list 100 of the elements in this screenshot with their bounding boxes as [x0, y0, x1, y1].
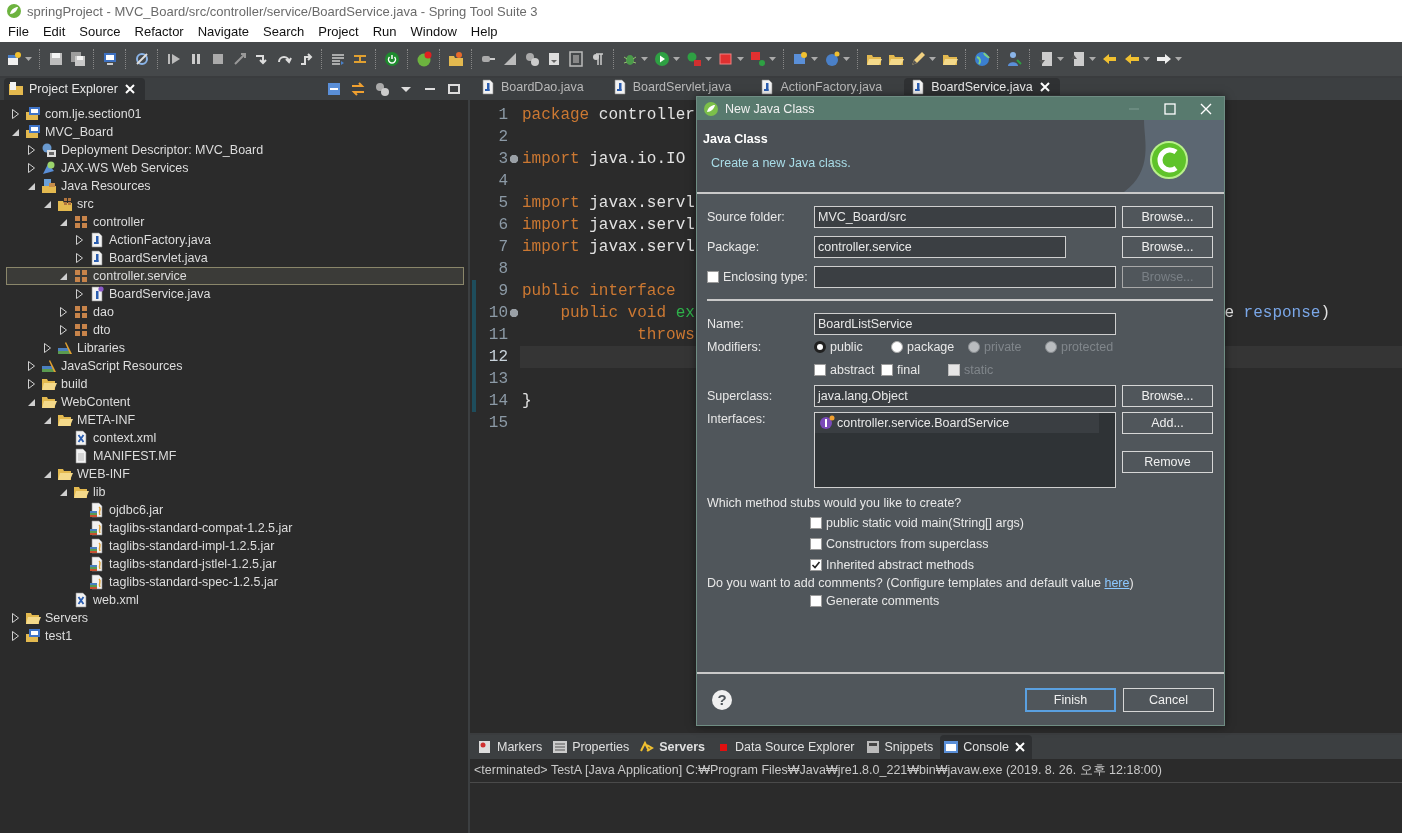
stop-icon[interactable]	[718, 51, 734, 67]
checkbox[interactable]	[810, 558, 822, 571]
help-button[interactable]: ?	[712, 689, 732, 710]
tree-item[interactable]: taglibs-standard-spec-1.2.5.jar	[6, 573, 464, 591]
caret-icon[interactable]	[673, 57, 680, 61]
panel-tab[interactable]: Properties	[549, 735, 635, 759]
tree-item[interactable]: dao	[6, 303, 464, 321]
collapsed-arrow-icon[interactable]	[25, 378, 37, 390]
menu-item[interactable]: Help	[463, 22, 505, 42]
caret-icon[interactable]	[1089, 57, 1096, 61]
close-icon[interactable]	[1037, 79, 1052, 94]
collapsed-arrow-icon[interactable]	[57, 306, 69, 318]
caret-icon[interactable]	[1175, 57, 1182, 61]
back-icon[interactable]	[1102, 51, 1118, 67]
tree-item[interactable]: META-INF	[6, 411, 464, 429]
caret-icon[interactable]	[811, 57, 818, 61]
radio-button[interactable]	[891, 341, 903, 353]
menu-item[interactable]: Refactor	[127, 22, 191, 42]
here-link[interactable]: here	[1104, 576, 1130, 590]
tree-item[interactable]: web.xml	[6, 591, 464, 609]
person-icon[interactable]	[1006, 51, 1022, 67]
caret-icon[interactable]	[843, 57, 850, 61]
button[interactable]: Cancel	[1123, 687, 1214, 712]
editor-tab[interactable]: BoardServlet.java	[605, 78, 752, 95]
panel-tab[interactable]: Data Source Explorer	[712, 735, 860, 759]
editor-tab[interactable]: BoardDao.java	[474, 78, 604, 95]
caret-icon[interactable]	[769, 57, 776, 61]
tree-item[interactable]: BoardService.java	[6, 285, 464, 303]
caret-icon[interactable]	[25, 57, 32, 61]
tree-item[interactable]: taglibs-standard-jstlel-1.2.5.jar	[6, 555, 464, 573]
checkbox[interactable]	[810, 516, 822, 529]
document-icon[interactable]	[1038, 51, 1054, 67]
button[interactable]: Remove	[1122, 451, 1213, 473]
pencil-icon[interactable]	[910, 51, 926, 67]
power-icon[interactable]	[384, 51, 400, 67]
button[interactable]: Browse...	[1122, 385, 1213, 407]
caret-icon[interactable]	[1057, 57, 1064, 61]
formatting-icon[interactable]	[590, 51, 606, 67]
checkbox[interactable]	[810, 594, 822, 607]
gears-icon[interactable]	[524, 51, 540, 67]
close-icon[interactable]	[122, 82, 137, 96]
input-field[interactable]	[814, 266, 1116, 288]
menu-item[interactable]: Edit	[35, 22, 73, 42]
tree-item[interactable]: WEB-INF	[6, 465, 464, 483]
collapsed-arrow-icon[interactable]	[9, 630, 21, 642]
run-icon[interactable]	[654, 51, 670, 67]
radio-button[interactable]	[814, 341, 826, 353]
tree-item[interactable]: ActionFactory.java	[6, 231, 464, 249]
collapse-all-icon[interactable]	[326, 81, 342, 97]
tree-item[interactable]: MVC_Board	[6, 123, 464, 141]
document-icon[interactable]	[546, 51, 562, 67]
caret-icon[interactable]	[929, 57, 936, 61]
save-all-icon[interactable]	[70, 51, 86, 67]
maximize-icon[interactable]	[1164, 102, 1176, 115]
tree-item[interactable]: MANIFEST.MF	[6, 447, 464, 465]
menu-item[interactable]: Window	[403, 22, 464, 42]
caret-icon[interactable]	[1143, 57, 1150, 61]
document-icon[interactable]	[1070, 51, 1086, 67]
tree-item[interactable]: build	[6, 375, 464, 393]
tree-item[interactable]: context.xml	[6, 429, 464, 447]
forward-icon[interactable]	[1156, 51, 1172, 67]
tree-item[interactable]: taglibs-standard-compat-1.2.5.jar	[6, 519, 464, 537]
link-icon[interactable]	[350, 81, 366, 97]
menu-item[interactable]: Source	[72, 22, 128, 42]
tree-item[interactable]: Deployment Descriptor: MVC_Board	[6, 141, 464, 159]
checkbox[interactable]	[810, 537, 822, 550]
input-field[interactable]: MVC_Board/src	[814, 206, 1116, 228]
collapsed-arrow-icon[interactable]	[25, 162, 37, 174]
menu-item[interactable]: Run	[365, 22, 404, 42]
new-file-icon[interactable]	[6, 51, 22, 67]
collapsed-arrow-icon[interactable]	[73, 288, 85, 300]
tree-item[interactable]: taglibs-standard-impl-1.2.5.jar	[6, 537, 464, 555]
collapsed-arrow-icon[interactable]	[73, 252, 85, 264]
button[interactable]: Add...	[1122, 412, 1213, 434]
folder-icon[interactable]	[448, 51, 464, 67]
list-icon[interactable]	[330, 51, 346, 67]
globe-icon[interactable]	[974, 51, 990, 67]
menu-item[interactable]: Project	[311, 22, 366, 42]
caret-icon[interactable]	[705, 57, 712, 61]
menu-item[interactable]: File	[1, 22, 36, 42]
disconnect-icon[interactable]	[232, 51, 248, 67]
caret-icon[interactable]	[641, 57, 648, 61]
stop-icon[interactable]	[210, 51, 226, 67]
caret-icon[interactable]	[737, 57, 744, 61]
panel-tab[interactable]: Markers	[474, 735, 548, 759]
close-icon[interactable]	[1013, 740, 1028, 754]
list-item[interactable]: controller.service.BoardService	[815, 413, 1099, 433]
tree-item[interactable]: JAX-WS Web Services	[6, 159, 464, 177]
tree-item[interactable]: JavaScript Resources	[6, 357, 464, 375]
save-icon[interactable]	[48, 51, 64, 67]
tree-item[interactable]: Servers	[6, 609, 464, 627]
tree-item[interactable]: Java Resources	[6, 177, 464, 195]
input-field[interactable]: BoardListService	[814, 313, 1116, 335]
tree-item[interactable]: com.lje.section01	[6, 105, 464, 123]
tree-item[interactable]: ojdbc6.jar	[6, 501, 464, 519]
monitor-icon[interactable]	[102, 51, 118, 67]
checkbox[interactable]	[881, 364, 893, 376]
tree-item[interactable]: WebContent	[6, 393, 464, 411]
tree-item[interactable]: controller.service	[6, 267, 464, 285]
maximize-icon[interactable]	[446, 81, 462, 97]
